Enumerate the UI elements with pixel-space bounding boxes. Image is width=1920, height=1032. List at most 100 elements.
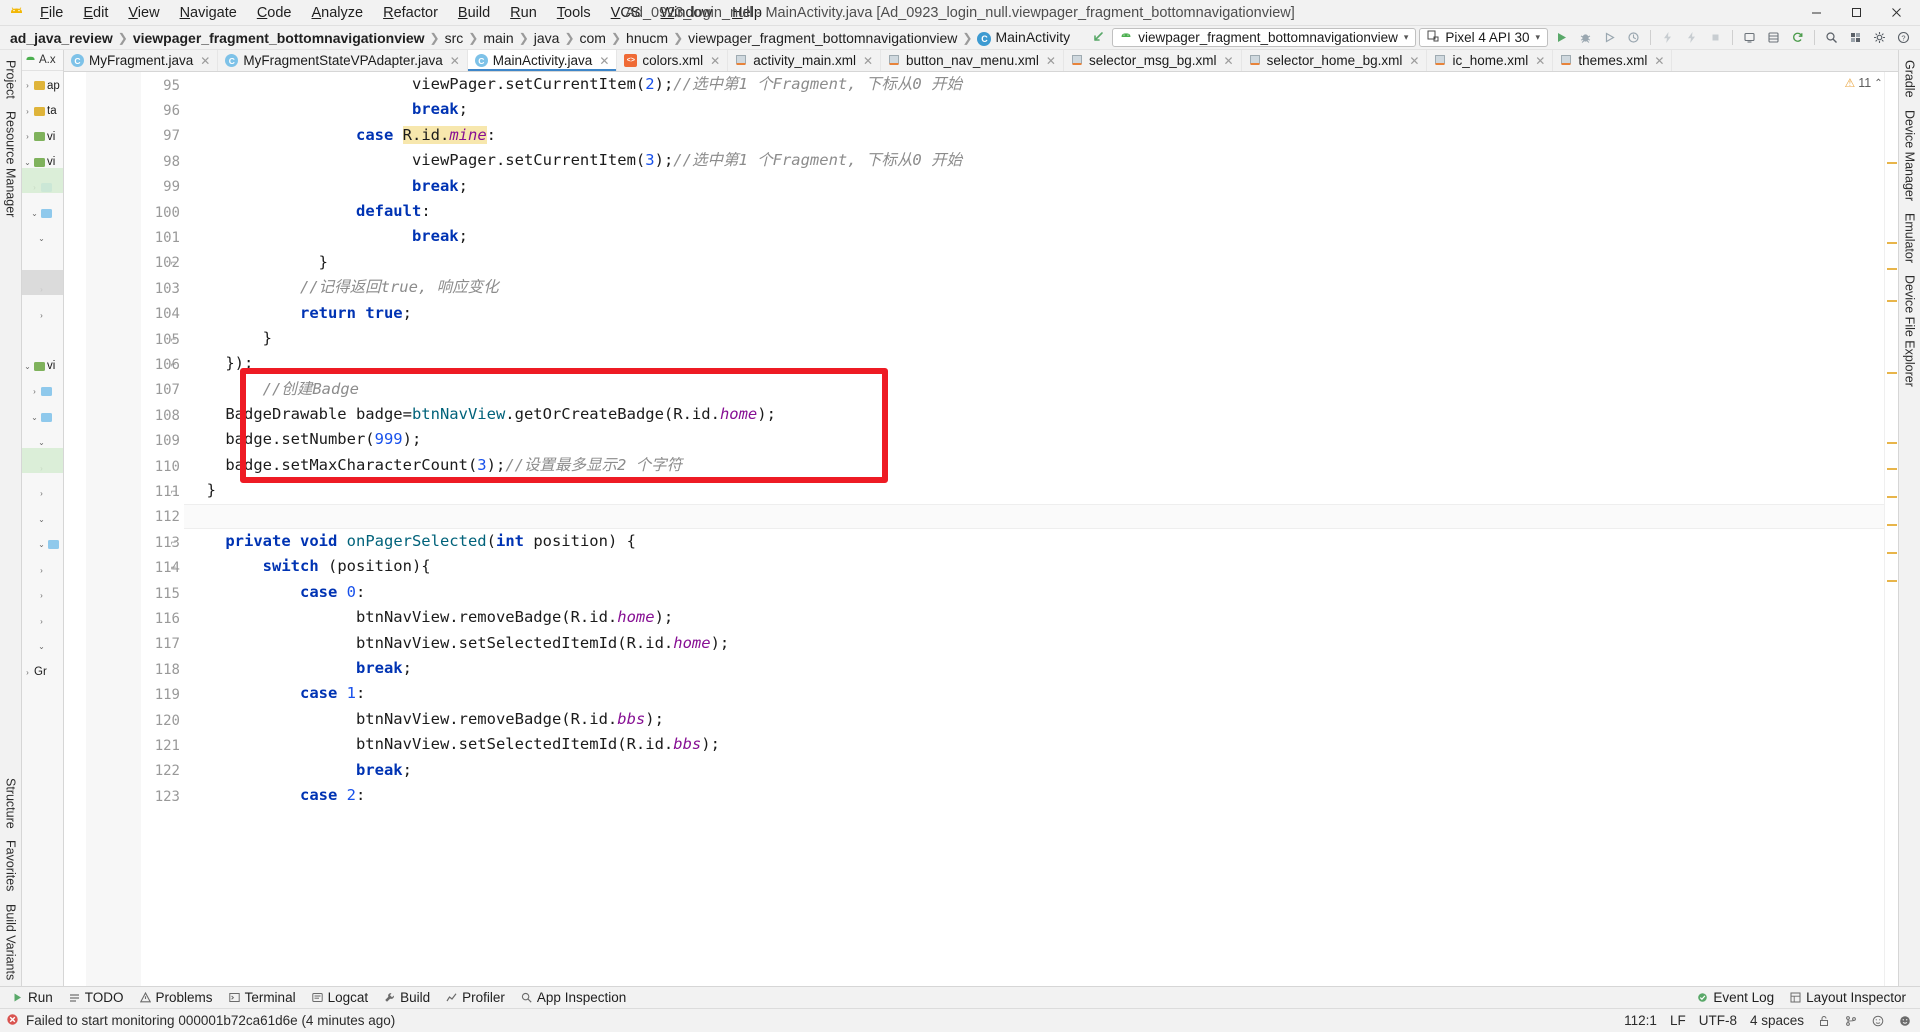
code-line[interactable]: btnNavView.removeBadge(R.id.bbs); [184, 707, 1884, 732]
chevron-right-icon[interactable]: › [23, 132, 32, 141]
chevron-right-icon[interactable]: › [37, 566, 46, 575]
menu-window[interactable]: Window [650, 2, 722, 24]
tree-node[interactable]: › [22, 303, 63, 329]
line-number[interactable]: 106 [64, 352, 184, 377]
tool-window-build-variants[interactable]: Build Variants [1, 898, 21, 986]
chevron-right-icon[interactable]: › [23, 81, 32, 90]
editor-gutter[interactable]: 95 96 97 98 99 100 101 102 103 104 105 106 107 108 109… [64, 72, 184, 986]
inspection-marker[interactable] [1887, 468, 1897, 470]
editor-tab-activity-main-xml[interactable]: activity_main.xml ✕ [728, 50, 882, 71]
tool-window-project[interactable]: Project [1, 54, 21, 105]
code-line[interactable]: btnNavView.setSelectedItemId(R.id.home); [184, 631, 1884, 656]
close-icon[interactable]: ✕ [599, 54, 609, 68]
tree-node[interactable]: › ta [22, 99, 63, 125]
breadcrumb-item-viewpager-fragment-bottomnavigationview[interactable]: viewpager_fragment_bottomnavigationview [684, 30, 961, 46]
tree-node[interactable]: ⌄ [22, 532, 63, 558]
project-tree[interactable]: ›ap›ta›vi⌄vi›⌄⌄››⌄vi›⌄⌄››⌄⌄›››⌄›Gr [22, 71, 63, 685]
editor-tab-ic-home-xml[interactable]: ic_home.xml ✕ [1427, 50, 1554, 71]
inspection-marker[interactable] [1887, 496, 1897, 498]
status-message[interactable]: Failed to start monitoring 000001b72ca61… [26, 1013, 395, 1028]
code-editor[interactable]: 95 96 97 98 99 100 101 102 103 104 105 106 107 108 109… [64, 72, 1898, 986]
code-line[interactable]: viewPager.setCurrentItem(2);//选中第1 个Frag… [184, 72, 1884, 97]
settings-button[interactable] [1869, 28, 1890, 47]
line-number[interactable]: 113 [64, 530, 184, 555]
chevron-right-icon[interactable]: › [23, 107, 32, 116]
tool-window-structure[interactable]: Structure [1, 772, 21, 835]
menu-edit[interactable]: Edit [73, 2, 118, 24]
line-number[interactable]: 99 [64, 175, 184, 200]
line-number[interactable]: 110 [64, 454, 184, 479]
close-icon[interactable]: ✕ [1535, 54, 1545, 68]
code-line[interactable]: break; [184, 224, 1884, 249]
code-line[interactable]: private void onPagerSelected(int positio… [184, 529, 1884, 554]
chevron-right-icon[interactable]: › [30, 387, 39, 396]
editor-tab-colors-xml[interactable]: <> colors.xml ✕ [617, 50, 729, 71]
profiler-button[interactable] [1623, 28, 1644, 47]
code-line[interactable]: badge.setMaxCharacterCount(3);//设置最多显示2 … [184, 453, 1884, 478]
breadcrumb-item-java[interactable]: java [530, 30, 564, 46]
menu-navigate[interactable]: Navigate [170, 2, 247, 24]
tree-node[interactable]: › vi [22, 124, 63, 150]
inspection-marker[interactable] [1887, 162, 1897, 164]
chevron-down-icon[interactable]: ⌄ [37, 234, 46, 243]
avd-manager-button[interactable] [1739, 28, 1760, 47]
editor-tab-button-nav-menu-xml[interactable]: button_nav_menu.xml ✕ [881, 50, 1064, 71]
code-line[interactable]: btnNavView.removeBadge(R.id.home); [184, 605, 1884, 630]
chevron-down-icon[interactable]: ⌄ [37, 515, 46, 524]
tool-terminal[interactable]: Terminal [221, 987, 304, 1009]
debug-button[interactable] [1575, 28, 1596, 47]
encoding[interactable]: UTF-8 [1699, 1013, 1737, 1028]
code-fold-marker[interactable]: ⌐ [167, 478, 180, 503]
tree-node[interactable]: ⌄ [22, 634, 63, 660]
code-line[interactable]: break; [184, 174, 1884, 199]
sdk-manager-button[interactable] [1763, 28, 1784, 47]
code-line[interactable]: } [184, 478, 1884, 503]
editor-tab-themes-xml[interactable]: themes.xml ✕ [1553, 50, 1673, 71]
close-icon[interactable]: ✕ [863, 54, 873, 68]
chevron-right-icon[interactable]: › [37, 489, 46, 498]
menu-analyze[interactable]: Analyze [302, 2, 374, 24]
search-everywhere-button[interactable] [1821, 28, 1842, 47]
tool-build[interactable]: Build [376, 987, 438, 1009]
line-number[interactable]: 107 [64, 378, 184, 403]
menu-help[interactable]: Help [722, 2, 772, 24]
line-number[interactable]: 96 [64, 98, 184, 123]
line-number[interactable]: 101 [64, 225, 184, 250]
line-number[interactable]: 123 [64, 784, 184, 809]
code-line[interactable]: viewPager.setCurrentItem(3);//选中第1 个Frag… [184, 148, 1884, 173]
line-number[interactable]: 103 [64, 276, 184, 301]
tool-window-device-file-explorer[interactable]: Device File Explorer [1900, 269, 1920, 393]
close-icon[interactable]: ✕ [1046, 54, 1056, 68]
code-line[interactable]: break; [184, 656, 1884, 681]
tree-node[interactable]: ⌄ [22, 201, 63, 227]
tool-window-favorites[interactable]: Favorites [1, 834, 21, 897]
code-line[interactable]: case 0: [184, 580, 1884, 605]
chevron-right-icon[interactable]: › [23, 668, 32, 677]
chevron-up-icon[interactable]: ⌃ [1874, 78, 1882, 89]
chevron-right-icon[interactable]: › [37, 311, 46, 320]
inspection-marker[interactable] [1887, 242, 1897, 244]
tree-node[interactable]: › [22, 583, 63, 609]
chevron-right-icon[interactable]: › [37, 591, 46, 600]
line-number[interactable]: 114 [64, 556, 184, 581]
line-number[interactable]: 108 [64, 403, 184, 428]
code-line[interactable]: btnNavView.setSelectedItemId(R.id.bbs); [184, 732, 1884, 757]
tool-todo[interactable]: TODO [61, 987, 132, 1009]
project-structure-button[interactable] [1845, 28, 1866, 47]
line-number[interactable]: 120 [64, 708, 184, 733]
code-line[interactable]: badge.setNumber(999); [184, 427, 1884, 452]
close-icon[interactable]: ✕ [1409, 54, 1419, 68]
maximize-button[interactable] [1836, 1, 1876, 25]
editor-tab-mainactivity-java[interactable]: C MainActivity.java ✕ [467, 50, 618, 71]
editor-tab-selector-home-bg-xml[interactable]: selector_home_bg.xml ✕ [1241, 50, 1428, 71]
tree-node[interactable]: ⌄ [22, 507, 63, 533]
code-line[interactable]: } [184, 326, 1884, 351]
line-number[interactable]: 121 [64, 733, 184, 758]
code-line[interactable]: return true; [184, 301, 1884, 326]
notification-icon[interactable] [1898, 1014, 1912, 1028]
tool-window-gradle[interactable]: Gradle [1900, 54, 1920, 104]
apply-code-changes-button[interactable] [1681, 28, 1702, 47]
line-number[interactable]: 98 [64, 149, 184, 174]
menu-build[interactable]: Build [448, 2, 500, 24]
chevron-down-icon[interactable]: ⌄ [23, 158, 32, 167]
